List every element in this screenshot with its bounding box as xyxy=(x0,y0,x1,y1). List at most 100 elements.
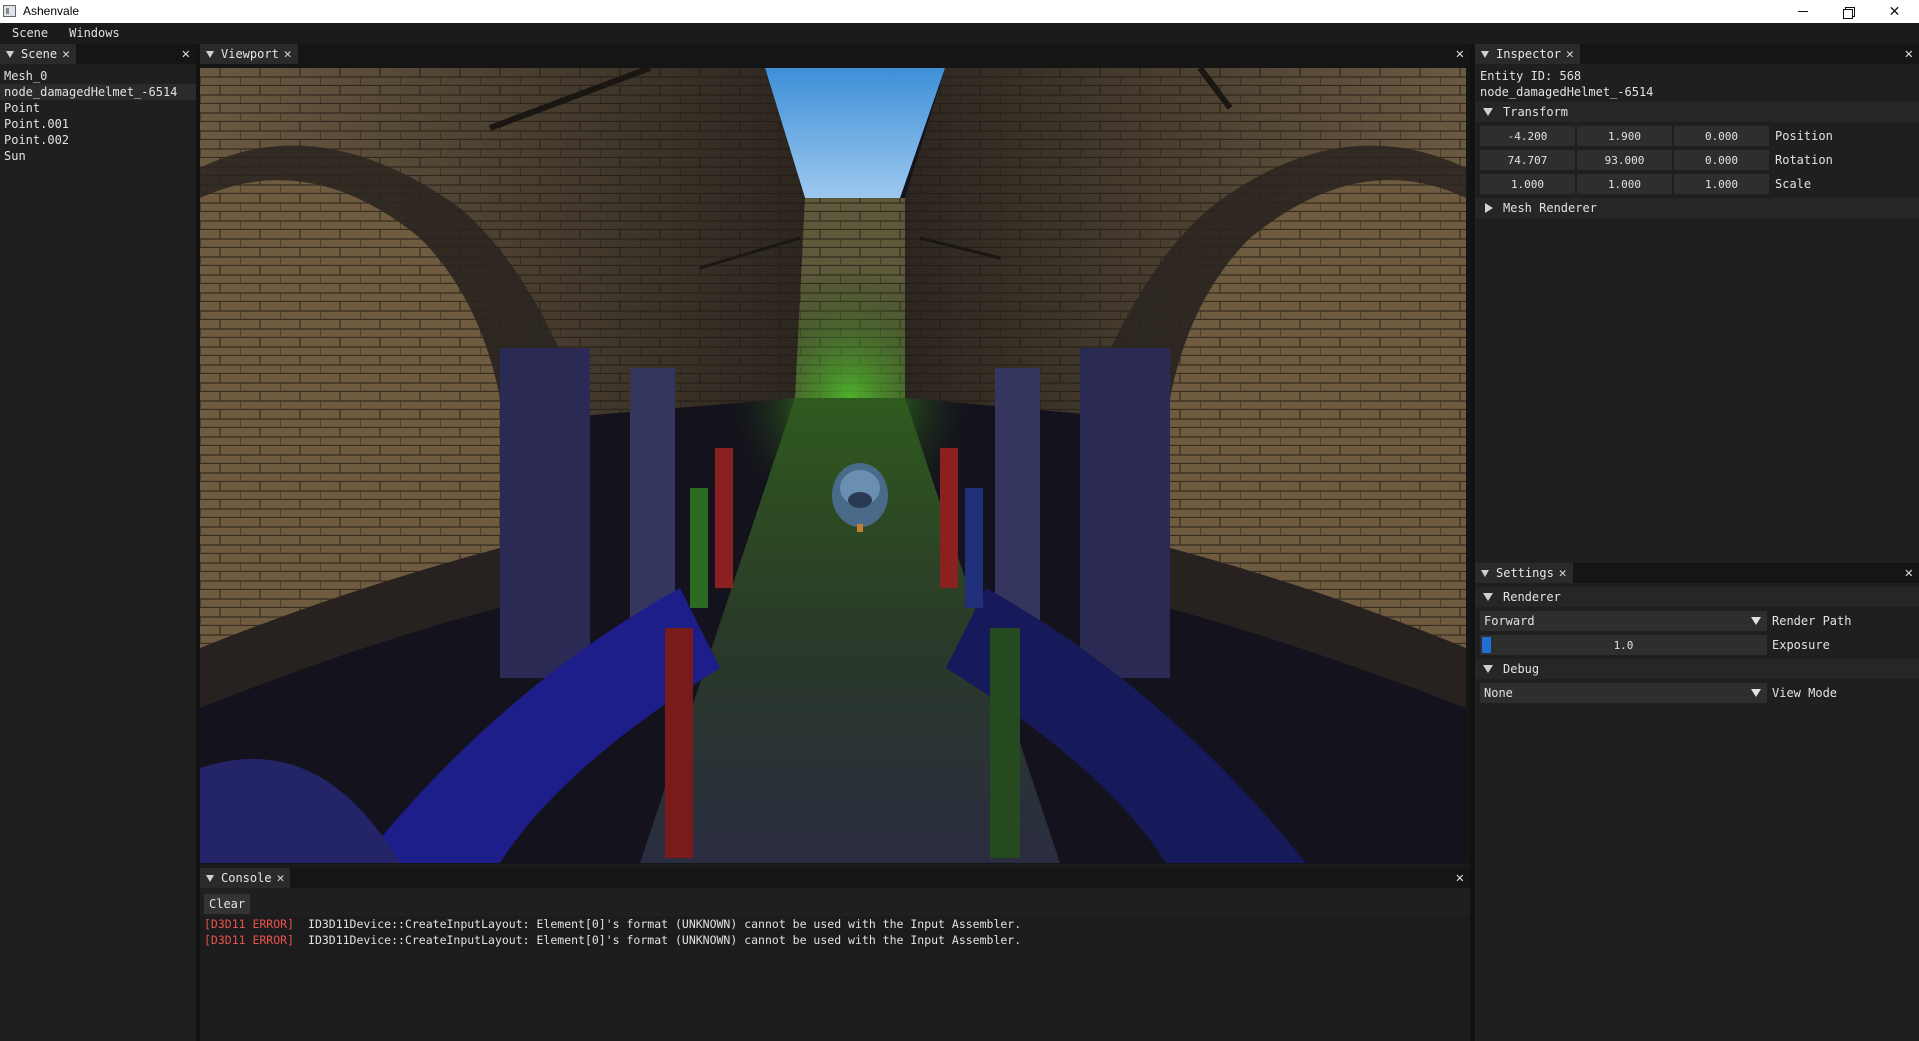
scene-panel: Scene ✕ ✕ Mesh_0 node_damagedHelmet_-651… xyxy=(0,44,196,1041)
scene-item[interactable]: Sun xyxy=(0,148,196,164)
rotation-y-field[interactable]: 93.000 xyxy=(1577,150,1672,170)
tab-scene[interactable]: Scene ✕ xyxy=(0,44,76,64)
tab-settings-label: Settings xyxy=(1496,566,1554,580)
tab-inspector-label: Inspector xyxy=(1496,47,1562,61)
log-tag: [D3D11 ERROR] xyxy=(204,917,295,931)
debug-header[interactable]: Debug xyxy=(1475,659,1919,679)
tab-console[interactable]: Console ✕ xyxy=(200,868,291,888)
restore-button[interactable] xyxy=(1825,0,1870,23)
tab-close-icon[interactable]: ✕ xyxy=(1566,47,1574,62)
slider-grab[interactable] xyxy=(1482,637,1491,653)
rotation-z-field[interactable]: 0.000 xyxy=(1674,150,1769,170)
log-tag: [D3D11 ERROR] xyxy=(204,933,295,947)
title-bar: Ashenvale ✕ xyxy=(0,0,1919,23)
collapse-triangle-icon[interactable] xyxy=(1481,569,1489,577)
collapse-triangle-icon[interactable] xyxy=(1481,50,1489,58)
log-line: [D3D11 ERROR] ID3D11Device::CreateInputLa… xyxy=(200,932,1470,948)
expand-triangle-icon xyxy=(1483,593,1493,601)
close-window-button[interactable]: ✕ xyxy=(1872,0,1917,23)
sponza-scene-image xyxy=(200,68,1466,863)
scale-z-field[interactable]: 1.000 xyxy=(1674,174,1769,194)
scene-hierarchy: Mesh_0 node_damagedHelmet_-6514 Point Po… xyxy=(0,68,196,164)
view-mode-value: None xyxy=(1484,686,1513,700)
console-tabbar: Console ✕ ✕ xyxy=(200,868,1470,888)
position-label: Position xyxy=(1775,129,1833,143)
collapse-triangle-icon[interactable] xyxy=(6,50,14,58)
panel-close-icon[interactable]: ✕ xyxy=(1905,46,1913,62)
position-y-field[interactable]: 1.900 xyxy=(1577,126,1672,146)
position-z-field[interactable]: 0.000 xyxy=(1674,126,1769,146)
panel-close-icon[interactable]: ✕ xyxy=(182,46,190,62)
menu-windows[interactable]: Windows xyxy=(57,26,129,40)
tab-close-icon[interactable]: ✕ xyxy=(1559,566,1567,581)
transform-label: Transform xyxy=(1503,105,1569,119)
collapsed-triangle-icon xyxy=(1485,203,1493,213)
scene-tabbar: Scene ✕ ✕ xyxy=(0,44,196,64)
log-message: ID3D11Device::CreateInputLayout: Element… xyxy=(308,917,1022,931)
tab-close-icon[interactable]: ✕ xyxy=(284,47,292,62)
minimize-icon xyxy=(1797,11,1808,12)
debug-label: Debug xyxy=(1503,662,1540,676)
exposure-label: Exposure xyxy=(1772,638,1830,652)
panel-close-icon[interactable]: ✕ xyxy=(1456,870,1464,886)
rotation-row: 74.707 93.000 0.000 Rotation xyxy=(1480,150,1833,170)
clear-button[interactable]: Clear xyxy=(204,894,251,914)
render-path-label: Render Path xyxy=(1772,614,1852,628)
collapse-triangle-icon[interactable] xyxy=(206,50,214,58)
viewport-render[interactable] xyxy=(200,68,1466,863)
render-path-value: Forward xyxy=(1484,614,1535,628)
inspector-tabbar: Inspector ✕ ✕ xyxy=(1475,44,1919,64)
menu-bar: Scene Windows xyxy=(0,23,1919,43)
tab-console-label: Console xyxy=(221,871,272,885)
rotation-label: Rotation xyxy=(1775,153,1833,167)
scene-item[interactable]: Point.002 xyxy=(0,132,196,148)
window-title: Ashenvale xyxy=(23,4,80,18)
exposure-value: 1.0 xyxy=(1613,638,1634,652)
console-log[interactable]: [D3D11 ERROR]ID3D11Device::CreateInputLa… xyxy=(200,916,1470,1041)
rotation-x-field[interactable]: 74.707 xyxy=(1480,150,1575,170)
restore-icon xyxy=(1842,6,1855,19)
tab-viewport[interactable]: Viewport ✕ xyxy=(200,44,298,64)
scene-item[interactable]: Mesh_0 xyxy=(0,68,196,84)
settings-panel: Settings ✕ ✕ Renderer Forward Render Pat… xyxy=(1475,563,1919,1041)
exposure-slider[interactable]: 1.0 xyxy=(1480,635,1767,655)
entity-name: node_damagedHelmet_-6514 xyxy=(1480,85,1654,99)
position-row: -4.200 1.900 0.000 Position xyxy=(1480,126,1833,146)
tab-viewport-label: Viewport xyxy=(221,47,279,61)
view-mode-select[interactable]: None xyxy=(1480,683,1767,703)
scene-item-selected[interactable]: node_damagedHelmet_-6514 xyxy=(0,84,196,100)
tab-scene-label: Scene xyxy=(21,47,58,61)
scale-x-field[interactable]: 1.000 xyxy=(1480,174,1575,194)
scene-item[interactable]: Point.001 xyxy=(0,116,196,132)
log-message: ID3D11Device::CreateInputLayout: Element… xyxy=(308,933,1022,947)
tab-close-icon[interactable]: ✕ xyxy=(277,871,285,886)
tab-close-icon[interactable]: ✕ xyxy=(62,47,70,62)
inspector-panel: Inspector ✕ ✕ Entity ID: 568 node_damage… xyxy=(1475,44,1919,564)
panel-close-icon[interactable]: ✕ xyxy=(1456,46,1464,62)
entity-id: Entity ID: 568 xyxy=(1480,69,1582,83)
collapse-triangle-icon[interactable] xyxy=(206,874,214,882)
scale-label: Scale xyxy=(1775,177,1812,191)
scene-item[interactable]: Point xyxy=(0,100,196,116)
minimize-button[interactable] xyxy=(1780,0,1825,23)
renderer-label: Renderer xyxy=(1503,590,1561,604)
menu-scene[interactable]: Scene xyxy=(0,26,57,40)
settings-tabbar: Settings ✕ ✕ xyxy=(1475,563,1919,583)
log-line: [D3D11 ERROR] ID3D11Device::CreateInputLa… xyxy=(200,916,1470,932)
app-icon xyxy=(3,5,16,17)
mesh-renderer-header[interactable]: Mesh Renderer xyxy=(1475,198,1919,218)
tab-settings[interactable]: Settings ✕ xyxy=(1475,563,1573,583)
viewport-tabbar: Viewport ✕ ✕ xyxy=(200,44,1470,64)
close-icon: ✕ xyxy=(1888,3,1901,19)
tab-inspector[interactable]: Inspector ✕ xyxy=(1475,44,1580,64)
expand-triangle-icon xyxy=(1483,108,1493,116)
transform-header[interactable]: Transform xyxy=(1475,102,1919,122)
scale-y-field[interactable]: 1.000 xyxy=(1577,174,1672,194)
mesh-renderer-label: Mesh Renderer xyxy=(1503,201,1597,215)
console-panel: Console ✕ ✕ Clear [D3D11 ERROR] ID3D11Dev… xyxy=(200,868,1470,1041)
renderer-header[interactable]: Renderer xyxy=(1475,587,1919,607)
panel-close-icon[interactable]: ✕ xyxy=(1905,565,1913,581)
expand-triangle-icon xyxy=(1483,665,1493,673)
render-path-select[interactable]: Forward xyxy=(1480,611,1767,631)
position-x-field[interactable]: -4.200 xyxy=(1480,126,1575,146)
